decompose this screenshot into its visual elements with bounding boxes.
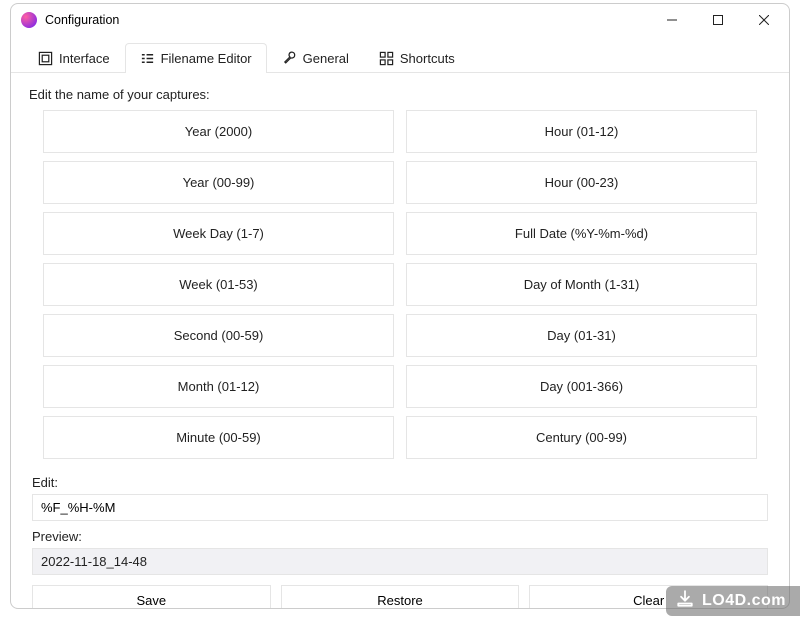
watermark-text: LO4D.com xyxy=(702,592,786,610)
titlebar: Configuration xyxy=(11,4,789,36)
restore-button[interactable]: Restore xyxy=(281,585,520,608)
section-heading: Edit the name of your captures: xyxy=(29,87,771,102)
maximize-button[interactable] xyxy=(695,5,741,35)
tab-label: Filename Editor xyxy=(161,51,252,66)
token-year-00-99[interactable]: Year (00-99) xyxy=(43,161,394,204)
close-button[interactable] xyxy=(741,5,787,35)
token-grid: Year (2000) Hour (01-12) Year (00-99) Ho… xyxy=(43,110,757,459)
edit-label: Edit: xyxy=(32,475,768,490)
watermark: LO4D.com xyxy=(666,586,800,616)
tab-label: Shortcuts xyxy=(400,51,455,66)
tab-label: General xyxy=(303,51,349,66)
action-row: Save Restore Clear xyxy=(32,585,768,608)
token-century[interactable]: Century (00-99) xyxy=(406,416,757,459)
tab-interface[interactable]: Interface xyxy=(23,43,125,73)
token-minute[interactable]: Minute (00-59) xyxy=(43,416,394,459)
content-area: Edit the name of your captures: Year (20… xyxy=(11,73,789,608)
token-second[interactable]: Second (00-59) xyxy=(43,314,394,357)
tab-general[interactable]: General xyxy=(267,43,364,73)
token-day-366[interactable]: Day (001-366) xyxy=(406,365,757,408)
wrench-icon xyxy=(282,51,297,66)
download-icon xyxy=(676,590,694,613)
tab-filename-editor[interactable]: Filename Editor xyxy=(125,43,267,73)
window-controls xyxy=(649,5,787,35)
grid-icon xyxy=(379,51,394,66)
preview-label: Preview: xyxy=(32,529,768,544)
token-hour-23[interactable]: Hour (00-23) xyxy=(406,161,757,204)
app-icon xyxy=(21,12,37,28)
minimize-button[interactable] xyxy=(649,5,695,35)
token-hour-12[interactable]: Hour (01-12) xyxy=(406,110,757,153)
tab-shortcuts[interactable]: Shortcuts xyxy=(364,43,470,73)
interface-icon xyxy=(38,51,53,66)
configuration-window: Configuration Interface xyxy=(10,3,790,609)
tab-bar: Interface Filename Editor General xyxy=(11,36,789,73)
token-weekday[interactable]: Week Day (1-7) xyxy=(43,212,394,255)
token-month[interactable]: Month (01-12) xyxy=(43,365,394,408)
edit-input[interactable] xyxy=(32,494,768,521)
list-icon xyxy=(140,51,155,66)
token-year-2000[interactable]: Year (2000) xyxy=(43,110,394,153)
window-title: Configuration xyxy=(45,13,649,27)
token-day-31[interactable]: Day (01-31) xyxy=(406,314,757,357)
tab-label: Interface xyxy=(59,51,110,66)
token-week[interactable]: Week (01-53) xyxy=(43,263,394,306)
token-day-of-month[interactable]: Day of Month (1-31) xyxy=(406,263,757,306)
preview-value: 2022-11-18_14-48 xyxy=(32,548,768,575)
save-button[interactable]: Save xyxy=(32,585,271,608)
token-full-date[interactable]: Full Date (%Y-%m-%d) xyxy=(406,212,757,255)
